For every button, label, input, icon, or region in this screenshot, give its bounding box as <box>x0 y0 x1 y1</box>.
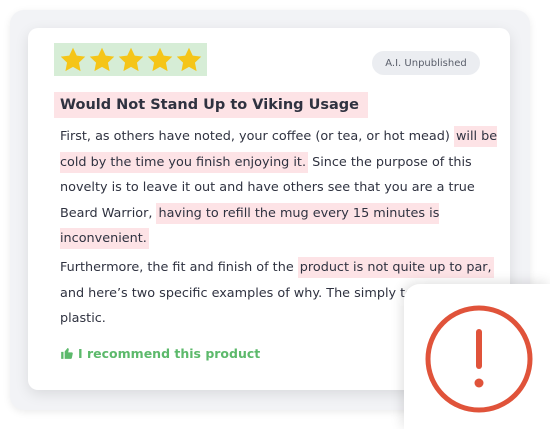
review-text: First, as others have noted, your coffee… <box>60 129 454 144</box>
star-rating <box>54 43 207 76</box>
review-title: Would Not Stand Up to Viking Usage <box>54 92 368 118</box>
review-paragraph-1: First, as others have noted, your coffee… <box>60 124 500 252</box>
star-icon <box>118 47 143 71</box>
star-icon <box>60 47 85 71</box>
review-text: Furthermore, the fit and finish of the <box>60 260 298 275</box>
star-icon <box>147 47 172 71</box>
star-icon <box>89 47 114 71</box>
alert-card <box>404 284 550 429</box>
thumbs-up-icon <box>61 347 73 359</box>
exclamation-circle-icon <box>425 305 533 413</box>
recommend-label: I recommend this product <box>60 344 260 362</box>
star-icon <box>176 47 201 71</box>
status-badge: A.I. Unpublished <box>372 51 480 75</box>
highlighted-phrase: product is not quite up to par, <box>297 257 494 278</box>
recommend-text: I recommend this product <box>78 345 261 361</box>
